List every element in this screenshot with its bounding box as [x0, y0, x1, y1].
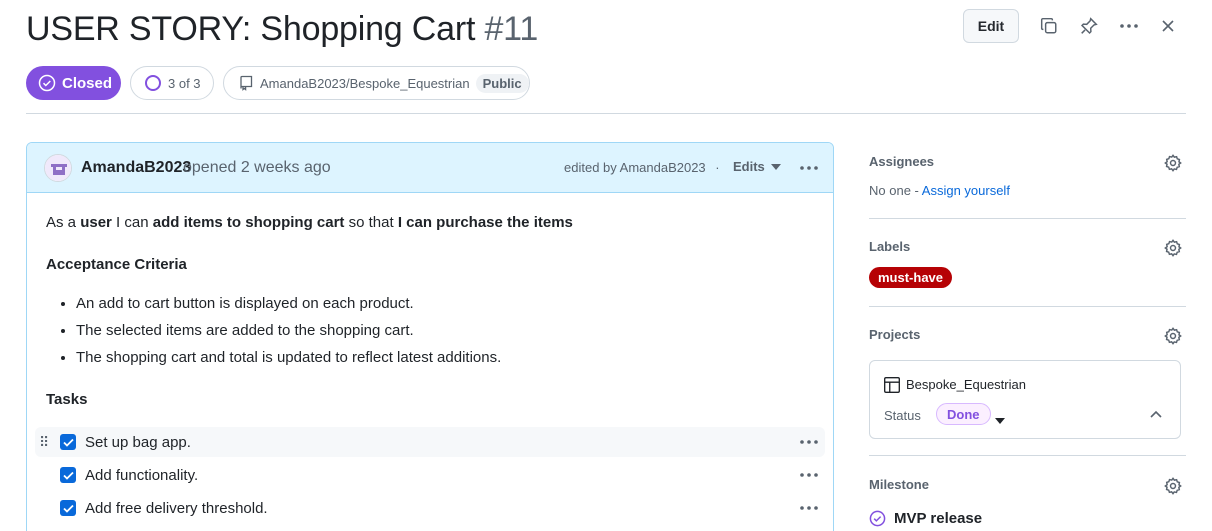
- gear-icon[interactable]: [1164, 154, 1182, 172]
- edits-dropdown[interactable]: Edits: [733, 159, 781, 174]
- status-label: Closed: [62, 74, 113, 92]
- status-caret-down-icon[interactable]: [995, 411, 1005, 429]
- check-icon: [62, 438, 74, 447]
- list-item: The shopping cart and total is updated t…: [76, 347, 501, 374]
- edited-by-text: edited by AmandaB2023: [564, 160, 706, 175]
- issue-number: #11: [484, 10, 539, 48]
- sidebar-divider: [869, 218, 1186, 219]
- task-options-icon[interactable]: [798, 500, 820, 516]
- caret-down-icon: [770, 163, 781, 170]
- task-label: Add free delivery threshold.: [85, 499, 268, 517]
- task-checkbox[interactable]: [60, 500, 76, 516]
- projects-title: Projects: [869, 327, 921, 342]
- user-story-text: As a user I can add items to shopping ca…: [46, 214, 573, 231]
- project-card: Bespoke_Equestrian Status Done: [869, 360, 1181, 439]
- story-as-a: As a: [46, 214, 77, 231]
- progress-text: 3 of 3: [168, 75, 201, 91]
- avatar[interactable]: [44, 154, 72, 182]
- milestone-check-icon: [869, 510, 886, 527]
- story-benefit: I can purchase the items: [397, 214, 573, 231]
- repo-pill[interactable]: AmandaB2023/Bespoke_Equestrian Public: [223, 66, 530, 100]
- project-name[interactable]: Bespoke_Equestrian: [906, 377, 1026, 392]
- sidebar-divider: [869, 455, 1186, 456]
- acceptance-criteria-heading: Acceptance Criteria: [46, 256, 187, 273]
- comment-timestamp: opened 2 weeks ago: [183, 159, 331, 176]
- more-options-icon[interactable]: [1117, 14, 1141, 38]
- visibility-badge: Public: [475, 73, 529, 93]
- check-icon: [62, 471, 74, 480]
- task-item: Add free delivery threshold.: [35, 493, 825, 523]
- acceptance-criteria-list: An add to cart button is displayed on ea…: [76, 293, 501, 374]
- issue-title-text: USER STORY: Shopping Cart: [26, 10, 476, 48]
- copy-icon[interactable]: [1037, 14, 1061, 38]
- label-must-have[interactable]: must-have: [869, 267, 953, 288]
- task-item: Add functionality.: [35, 460, 825, 490]
- assign-yourself-link[interactable]: Assign yourself: [922, 183, 1010, 198]
- chevron-up-icon[interactable]: [1149, 406, 1163, 424]
- labels-section: Labels must-have: [869, 239, 1186, 289]
- drag-handle-icon[interactable]: ⠿: [39, 434, 49, 451]
- task-label: Add functionality.: [85, 466, 199, 484]
- status-badge: Closed: [26, 66, 121, 100]
- task-options-icon[interactable]: [798, 467, 820, 483]
- check-circle-icon: [38, 74, 56, 92]
- projects-section: Projects: [869, 327, 1186, 351]
- check-icon: [62, 504, 74, 513]
- comment-options-icon[interactable]: [798, 160, 820, 176]
- story-action: add items to shopping cart: [152, 214, 345, 231]
- edited-by: edited by AmandaB2023 ·: [564, 160, 720, 175]
- task-checkbox[interactable]: [60, 434, 76, 450]
- no-assignee-text: No one -: [869, 183, 919, 198]
- milestone-title: Milestone: [869, 477, 929, 492]
- story-i-can: I can: [116, 214, 149, 231]
- assignees-title: Assignees: [869, 154, 935, 169]
- issue-title: USER STORY: Shopping Cart #11: [26, 10, 538, 49]
- tasks-heading: Tasks: [46, 391, 88, 408]
- edits-label: Edits: [733, 159, 765, 174]
- task-item: ⠿ Set up bag app.: [35, 427, 825, 457]
- story-so-that: so that: [348, 214, 394, 231]
- milestone-section: Milestone: [869, 477, 1186, 501]
- task-options-icon[interactable]: [798, 434, 820, 450]
- gear-icon[interactable]: [1164, 327, 1182, 345]
- gear-icon[interactable]: [1164, 477, 1182, 495]
- pin-icon[interactable]: [1077, 14, 1101, 38]
- milestone-item[interactable]: MVP release: [869, 510, 982, 527]
- comment-header: AmandaB2023 opened 2 weeks ago edited by…: [27, 143, 833, 193]
- progress-circle-icon: [145, 75, 161, 91]
- gear-icon[interactable]: [1164, 239, 1182, 257]
- progress-pill[interactable]: 3 of 3: [130, 66, 214, 100]
- sidebar-divider: [869, 306, 1186, 307]
- project-status-label: Status: [884, 408, 921, 423]
- task-label: Set up bag app.: [85, 433, 191, 451]
- assignees-value: No one - Assign yourself: [869, 183, 1186, 198]
- labels-title: Labels: [869, 239, 911, 254]
- milestone-name: MVP release: [894, 510, 983, 527]
- story-role: user: [80, 214, 112, 231]
- list-item: The selected items are added to the shop…: [76, 320, 501, 347]
- repo-name: AmandaB2023/Bespoke_Equestrian: [260, 75, 470, 91]
- edited-separator: ·: [715, 160, 720, 175]
- project-status-badge[interactable]: Done: [936, 403, 991, 425]
- task-checkbox[interactable]: [60, 467, 76, 483]
- header-divider: [26, 113, 1186, 114]
- repo-icon: [240, 75, 253, 91]
- issue-body-comment: AmandaB2023 opened 2 weeks ago edited by…: [26, 142, 834, 531]
- close-icon[interactable]: [1156, 14, 1180, 38]
- assignees-section: Assignees No one - Assign yourself: [869, 154, 1186, 204]
- list-item: An add to cart button is displayed on ea…: [76, 293, 501, 320]
- table-icon: [883, 376, 901, 399]
- edit-button[interactable]: Edit: [963, 9, 1019, 43]
- comment-author[interactable]: AmandaB2023: [81, 159, 191, 177]
